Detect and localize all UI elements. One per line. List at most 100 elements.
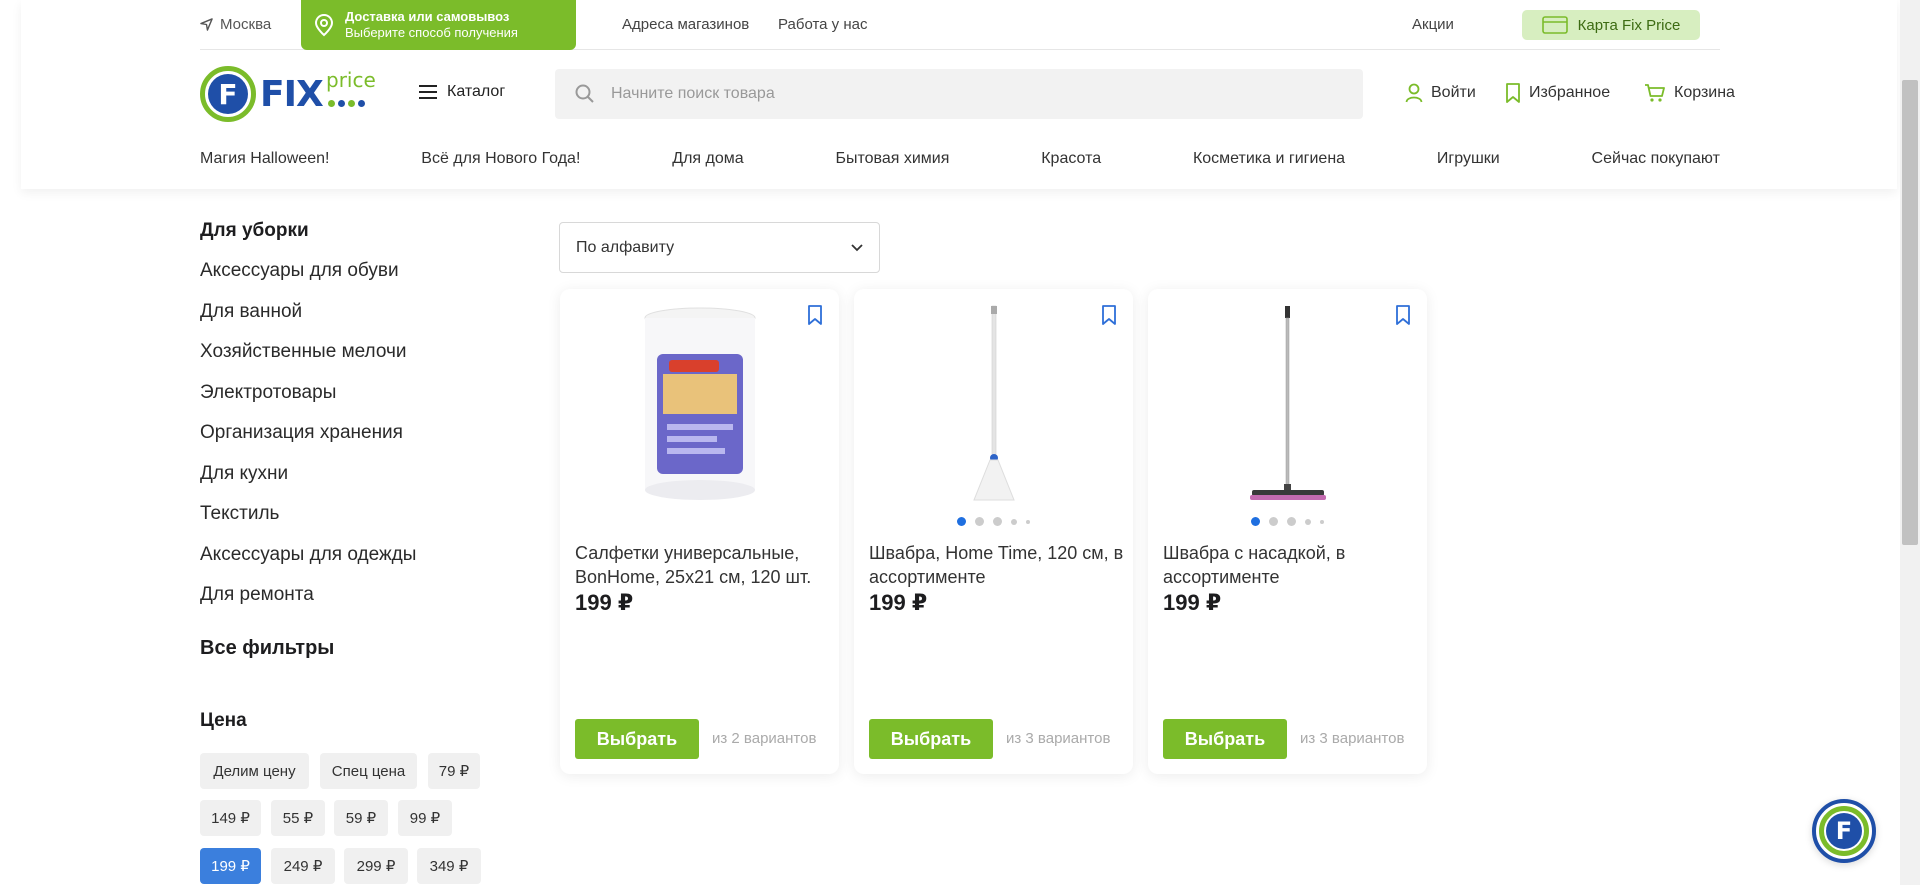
delivery-subtitle: Выберите способ получения	[345, 25, 518, 40]
product-image[interactable]	[575, 304, 824, 504]
favorites-label: Избранное	[1529, 84, 1611, 101]
logo-dots	[328, 99, 365, 107]
main-header-row: F FIX price Каталог Войти Избранное	[200, 50, 1735, 138]
cart-icon	[1645, 84, 1665, 102]
flat-mop-image	[1249, 306, 1326, 500]
price-chip[interactable]: 55 ₽	[271, 800, 325, 836]
nav-item[interactable]: Игрушки	[1437, 150, 1500, 172]
location-arrow-icon	[200, 18, 213, 31]
logo-price-text: price	[326, 67, 376, 92]
fix-price-chat-button[interactable]: F	[1812, 799, 1876, 863]
price-filter-heading: Цена	[200, 710, 247, 731]
sort-select[interactable]: По алфавиту	[559, 222, 880, 273]
price-chip[interactable]: 59 ₽	[334, 800, 388, 836]
nav-item[interactable]: Красота	[1041, 150, 1101, 172]
delivery-selector[interactable]: Доставка или самовывоз Выберите способ п…	[301, 0, 576, 50]
sidebar-heading[interactable]: Для уборки	[200, 220, 500, 242]
site-header: Москва Доставка или самовывоз Выберите с…	[21, 0, 1897, 189]
cart-button[interactable]: Корзина	[1644, 83, 1735, 103]
variants-count: из 3 вариантов	[1006, 730, 1111, 747]
wipes-roll-image	[644, 307, 755, 500]
category-sidebar: Для уборки Аксессуары для обуви Для ванн…	[200, 220, 500, 625]
product-card[interactable]: Швабра, Home Time, 120 см, в ассортимент…	[854, 289, 1133, 774]
top-bar: Москва Доставка или самовывоз Выберите с…	[200, 0, 1720, 50]
price-chip[interactable]: 349 ₽	[417, 848, 481, 884]
logo-fix-text: FIX	[260, 73, 324, 115]
sidebar-item[interactable]: Аксессуары для одежды	[200, 544, 500, 585]
float-logo-ring: F	[1819, 806, 1869, 856]
image-carousel-dots[interactable]	[1148, 517, 1427, 526]
search-input[interactable]	[611, 85, 1311, 103]
choose-button[interactable]: Выбрать	[575, 719, 699, 759]
nav-item[interactable]: Бытовая химия	[835, 150, 949, 172]
sidebar-item[interactable]: Аксессуары для обуви	[200, 260, 500, 301]
price-chip[interactable]: 149 ₽	[200, 800, 261, 836]
city-selector[interactable]: Москва	[200, 16, 271, 33]
product-image[interactable]	[1163, 304, 1412, 504]
nav-item[interactable]: Косметика и гигиена	[1193, 150, 1345, 172]
sidebar-item[interactable]: Электротовары	[200, 382, 500, 423]
chevron-down-icon	[851, 243, 863, 251]
sidebar-item[interactable]: Для ремонта	[200, 584, 500, 625]
delivery-title: Доставка или самовывоз	[345, 9, 510, 24]
sidebar-item[interactable]: Для кухни	[200, 463, 500, 504]
promo-link[interactable]: Акции	[1412, 16, 1454, 33]
map-pin-icon	[314, 13, 334, 37]
product-price: 199 ₽	[575, 590, 634, 615]
jobs-link[interactable]: Работа у нас	[778, 16, 867, 33]
product-card[interactable]: Салфетки универсальные, BonHome, 25x21 с…	[560, 289, 839, 774]
stores-link[interactable]: Адреса магазинов	[622, 16, 749, 33]
cart-label: Корзина	[1674, 84, 1735, 101]
sort-label: По алфавиту	[576, 238, 675, 256]
product-price: 199 ₽	[869, 590, 928, 615]
image-carousel-dots[interactable]	[854, 517, 1133, 526]
fix-card-button[interactable]: Карта Fix Price	[1522, 10, 1700, 40]
sidebar-item[interactable]: Хозяйственные мелочи	[200, 341, 500, 382]
login-button[interactable]: Войти	[1405, 83, 1476, 103]
bookmark-icon	[1506, 83, 1520, 103]
card-icon	[1541, 16, 1568, 34]
string-mop-image	[972, 305, 1015, 501]
logo-emblem: F	[200, 66, 256, 122]
nav-item[interactable]: Сейчас покупают	[1592, 150, 1720, 172]
search-bar	[555, 69, 1363, 119]
nav-item[interactable]: Для дома	[672, 150, 743, 172]
product-title[interactable]: Швабра с насадкой, в ассортименте	[1163, 541, 1418, 589]
hamburger-icon	[419, 85, 437, 99]
choose-button[interactable]: Выбрать	[1163, 719, 1287, 759]
product-price: 199 ₽	[1163, 590, 1222, 615]
scrollbar-thumb[interactable]	[1902, 80, 1918, 545]
logo-letter: F	[208, 74, 248, 114]
price-chip[interactable]: 249 ₽	[271, 848, 335, 884]
city-name: Москва	[220, 16, 272, 33]
delivery-text: Доставка или самовывоз Выберите способ п…	[345, 9, 518, 41]
sidebar-item[interactable]: Организация хранения	[200, 422, 500, 463]
product-card[interactable]: Швабра с насадкой, в ассортименте 199 ₽ …	[1148, 289, 1427, 774]
price-chip-active[interactable]: 199 ₽	[200, 848, 261, 884]
product-title[interactable]: Салфетки универсальные, BonHome, 25x21 с…	[575, 541, 830, 589]
user-icon	[1405, 83, 1423, 103]
logo-wordmark: FIX price	[260, 68, 376, 115]
choose-button[interactable]: Выбрать	[869, 719, 993, 759]
page-scrollbar[interactable]	[1900, 0, 1920, 885]
favorites-button[interactable]: Избранное	[1505, 83, 1610, 103]
fix-price-logo[interactable]: F FIX price	[200, 66, 376, 122]
all-filters-link[interactable]: Все фильтры	[200, 637, 334, 660]
product-title[interactable]: Швабра, Home Time, 120 см, в ассортимент…	[869, 541, 1124, 589]
login-label: Войти	[1431, 84, 1476, 101]
catalog-button[interactable]: Каталог	[419, 83, 505, 101]
sidebar-item[interactable]: Текстиль	[200, 503, 500, 544]
price-chip[interactable]: 79 ₽	[428, 753, 480, 789]
variants-count: из 3 вариантов	[1300, 730, 1405, 747]
product-image[interactable]	[869, 304, 1118, 504]
sidebar-item[interactable]: Для ванной	[200, 301, 500, 342]
category-nav: Магия Halloween! Всё для Нового Года! Дл…	[200, 150, 1720, 172]
price-chip[interactable]: 99 ₽	[398, 800, 452, 836]
variants-count: из 2 вариантов	[712, 730, 817, 747]
price-chip[interactable]: Спец цена	[320, 753, 417, 789]
nav-item[interactable]: Магия Halloween!	[200, 150, 329, 172]
fix-card-label: Карта Fix Price	[1577, 16, 1681, 34]
price-chip[interactable]: 299 ₽	[344, 848, 408, 884]
price-chip[interactable]: Делим цену	[200, 753, 309, 789]
nav-item[interactable]: Всё для Нового Года!	[421, 150, 580, 172]
